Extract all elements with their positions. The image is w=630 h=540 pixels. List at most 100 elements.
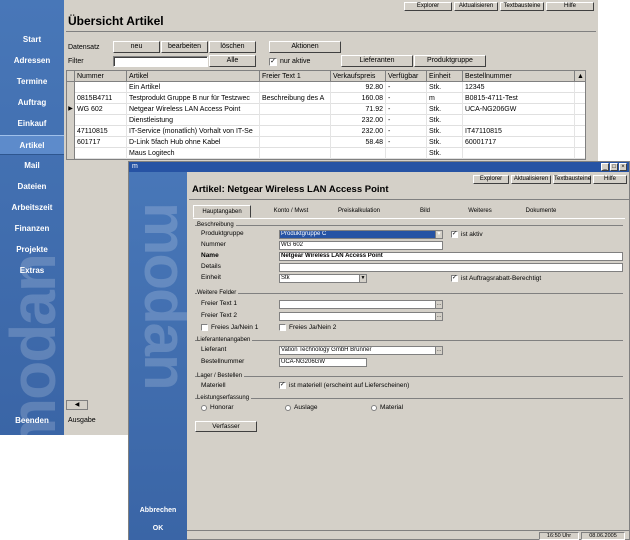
tab-dokumente[interactable]: Dokumente <box>513 205 569 218</box>
author-button[interactable]: Verfasser <box>195 421 257 432</box>
name-input[interactable]: Netgear Wireless LAN Access Point <box>279 252 623 261</box>
refresh-button[interactable]: Aktualisieren <box>454 2 498 11</box>
help-button[interactable]: Hilfe <box>593 175 627 184</box>
table-row[interactable]: 47110815 IT-Service (monatlich) Vorhalt v… <box>67 126 585 137</box>
chevron-down-icon[interactable]: ▼ <box>359 275 366 282</box>
table-row[interactable]: Ein Artikel 92.80- Stk. 12345 <box>67 82 585 93</box>
filter-input[interactable] <box>113 56 208 67</box>
ok-button[interactable]: OK <box>129 525 187 532</box>
explorer-button[interactable]: Explorer <box>404 2 452 11</box>
minimize-icon[interactable]: _ <box>601 163 609 171</box>
cell-einheit: Stk. <box>427 82 463 93</box>
sidebar-item-projekte[interactable]: Projekte <box>0 240 64 260</box>
sidebar-item-termine[interactable]: Termine <box>0 72 64 92</box>
filter-select[interactable]: Alle <box>209 55 256 67</box>
row-selector[interactable] <box>67 126 75 137</box>
produktgruppe-select[interactable]: Produktgruppe C ▼ <box>279 230 443 239</box>
table-row[interactable]: Maus Logitech Stk. <box>67 148 585 159</box>
tab-preiskalkulation[interactable]: Preiskalkulation <box>327 205 391 218</box>
radio-material[interactable] <box>371 405 377 411</box>
tab-weiteres[interactable]: Weiteres <box>455 205 505 218</box>
maximize-icon[interactable]: □ <box>610 163 618 171</box>
scroll-up-icon[interactable]: ▲ <box>575 71 585 82</box>
sidebar-item-mail[interactable]: Mail <box>0 156 64 176</box>
title-divider <box>189 199 629 200</box>
jn2-label: Freies Ja/Nein 2 <box>289 324 337 331</box>
chevron-down-icon[interactable]: ▼ <box>435 231 442 238</box>
tab-hauptangaben[interactable]: Hauptangaben <box>193 205 251 218</box>
freitext2-input[interactable]: … <box>279 312 443 321</box>
cell-preis: 92.80 <box>331 82 386 93</box>
explorer-button[interactable]: Explorer <box>473 175 509 184</box>
produktgruppe-value: Produktgruppe C <box>281 231 327 237</box>
more-icon[interactable]: … <box>435 313 442 320</box>
jn2-checkbox[interactable] <box>279 324 286 331</box>
column-header-artikel[interactable]: Artikel <box>127 71 260 82</box>
ist-aktiv-checkbox[interactable]: ✓ <box>451 231 458 238</box>
details-input[interactable] <box>279 263 623 272</box>
more-icon[interactable]: … <box>435 301 442 308</box>
sidebar-item-adressen[interactable]: Adressen <box>0 51 64 71</box>
group-weitere-felder: Weitere Felder Freier Text 1 … Freier Te… <box>195 290 623 333</box>
cell-artikel: Testprodukt Gruppe B nur für Testzwec <box>127 93 260 104</box>
table-row[interactable]: 601717 D-Link 5fach Hub ohne Kabel 58.48- S… <box>67 137 585 148</box>
radio-auslage[interactable] <box>285 405 291 411</box>
edit-button[interactable]: bearbeiten <box>161 41 208 53</box>
new-button[interactable]: neu <box>113 41 160 53</box>
materiell-checkbox[interactable]: ✓ <box>279 382 286 389</box>
close-icon[interactable]: × <box>619 163 627 171</box>
header-corner <box>67 71 75 82</box>
actions-button[interactable]: Aktionen <box>269 41 341 53</box>
column-header-einheit[interactable]: Einheit <box>427 71 463 82</box>
textblocks-button[interactable]: Textbausteine <box>500 2 544 11</box>
sidebar-item-start[interactable]: Start <box>0 30 64 50</box>
product-group-button[interactable]: Produktgruppe <box>414 55 486 67</box>
einheit-select[interactable]: Stk ▼ <box>279 274 367 283</box>
sidebar-item-extras[interactable]: Extras <box>0 261 64 281</box>
delete-button[interactable]: löschen <box>209 41 256 53</box>
sidebar-item-artikel[interactable]: Artikel <box>0 135 64 155</box>
rabatt-checkbox[interactable]: ✓ <box>451 275 458 282</box>
table-row[interactable]: Dienstleistung 232.00- Stk. <box>67 115 585 126</box>
nummer-input[interactable]: WG 602 <box>279 241 443 250</box>
scroll-left-icon[interactable]: ◀ <box>66 400 88 410</box>
column-header-bestellnummer[interactable]: Bestellnummer <box>463 71 575 82</box>
bestellnummer-input[interactable]: UCA-NG206GW <box>279 358 367 367</box>
refresh-button[interactable]: Aktualisieren <box>511 175 551 184</box>
top-toolbar: Explorer Aktualisieren Textbausteine Hil… <box>64 0 598 12</box>
sidebar-item-finanzen[interactable]: Finanzen <box>0 219 64 239</box>
suppliers-button[interactable]: Lieferanten <box>341 55 413 67</box>
quit-button[interactable]: Beenden <box>0 416 64 425</box>
row-selector[interactable] <box>67 115 75 126</box>
help-button[interactable]: Hilfe <box>546 2 594 11</box>
column-header-verfuegbar[interactable]: Verfügbar <box>386 71 427 82</box>
sidebar-item-einkauf[interactable]: Einkauf <box>0 114 64 134</box>
tab-bild[interactable]: Bild <box>405 205 445 218</box>
only-active-checkbox[interactable]: ✓ <box>269 58 277 66</box>
row-selector[interactable] <box>67 82 75 93</box>
row-selector[interactable] <box>67 137 75 148</box>
column-header-preis[interactable]: Verkaufspreis <box>331 71 386 82</box>
more-icon[interactable]: … <box>435 347 442 354</box>
sidebar-item-auftrag[interactable]: Auftrag <box>0 93 64 113</box>
cancel-button[interactable]: Abbrechen <box>129 507 187 514</box>
radio-honorar[interactable] <box>201 405 207 411</box>
cell-verf: - <box>386 82 427 93</box>
column-header-nummer[interactable]: Nummer <box>75 71 127 82</box>
table-row[interactable]: ▶ WG 602 Netgear Wireless LAN Access Point… <box>67 104 585 115</box>
freitext1-label: Freier Text 1 <box>201 300 238 307</box>
freitext1-input[interactable]: … <box>279 300 443 309</box>
datensatz-label: Datensatz <box>68 44 100 51</box>
textblocks-button[interactable]: Textbausteine <box>553 175 591 184</box>
page-title: Übersicht Artikel <box>68 14 164 28</box>
column-header-freitext[interactable]: Freier Text 1 <box>260 71 331 82</box>
row-selector[interactable] <box>67 93 75 104</box>
jn1-checkbox[interactable] <box>201 324 208 331</box>
sidebar-item-arbeitszeit[interactable]: Arbeitszeit <box>0 198 64 218</box>
sidebar-item-dateien[interactable]: Dateien <box>0 177 64 197</box>
table-row[interactable]: 0815B4711 Testprodukt Gruppe B nur für Te… <box>67 93 585 104</box>
row-selector[interactable] <box>67 148 75 159</box>
tab-konto-mwst[interactable]: Konto / Mwst <box>263 205 319 218</box>
lieferant-select[interactable]: Vation Technology GmbH Brunner … <box>279 346 443 355</box>
row-pointer-icon[interactable]: ▶ <box>67 104 75 115</box>
